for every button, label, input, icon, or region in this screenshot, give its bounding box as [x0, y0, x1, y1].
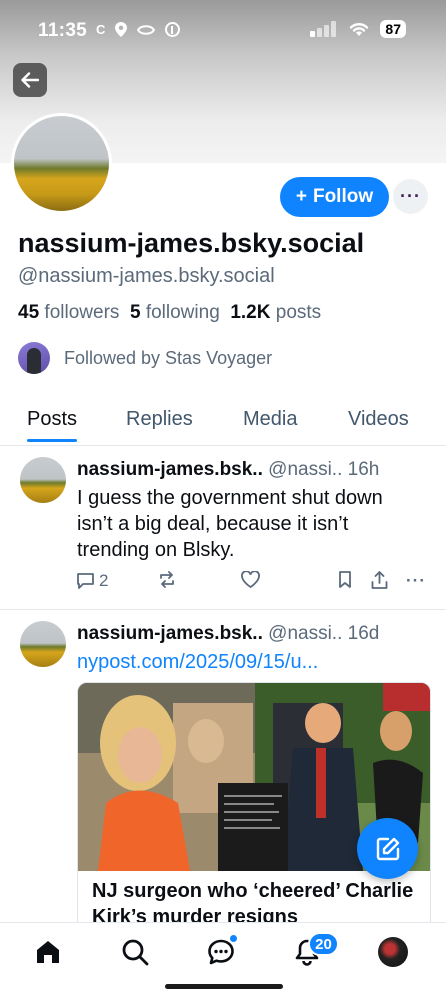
reply-count: 2: [99, 571, 109, 590]
status-left-icons: C: [96, 22, 181, 37]
heart-icon: [241, 571, 260, 588]
arrow-left-icon: [21, 72, 39, 88]
share-button[interactable]: [371, 571, 388, 589]
profile-handle: @nassium-james.bsky.social: [18, 265, 275, 287]
status-time: 11:35: [38, 20, 88, 41]
profile-avatar[interactable]: [11, 113, 112, 214]
followers-link[interactable]: 45 followers: [18, 302, 119, 323]
feed-post[interactable]: nassium-james.bsk.. @nassi.. 16h I guess…: [0, 447, 446, 610]
bookmark-button[interactable]: [338, 571, 352, 588]
home-tab[interactable]: [33, 937, 63, 967]
post-author-avatar[interactable]: [20, 457, 66, 503]
repost-icon: [160, 571, 174, 588]
signal-icon: [310, 21, 337, 37]
post-text: I guess the government shut down isn’t a…: [77, 487, 383, 561]
post-header: nassium-james.bsk.. @nassi.. 16d: [77, 623, 379, 645]
profile-tab[interactable]: [378, 937, 408, 967]
user-avatar: [378, 937, 408, 967]
chat-unread-dot: [229, 934, 238, 943]
status-right-icons: 87: [310, 20, 406, 38]
profile-stats: 45 followers 5 following 1.2K posts: [18, 302, 321, 324]
search-tab[interactable]: [120, 937, 150, 967]
battery-indicator: 87: [380, 20, 406, 38]
c-icon: C: [96, 22, 106, 37]
search-icon: [122, 939, 149, 966]
link-preview-card[interactable]: NJ surgeon who ‘cheered’ Charlie Kirk’s …: [77, 682, 431, 932]
back-button[interactable]: [13, 63, 47, 97]
vpn-icon: [137, 24, 156, 35]
tab-media[interactable]: Media: [243, 398, 297, 441]
wifi-icon: [350, 23, 369, 36]
follower-avatar: [18, 342, 50, 374]
post-author-name[interactable]: nassium-james.bsk..: [77, 459, 263, 480]
profile-display-name: nassium-james.bsky.social: [18, 228, 365, 258]
home-indicator[interactable]: [165, 984, 283, 989]
followed-by-row[interactable]: Followed by Stas Voyager: [18, 342, 272, 374]
post-meta: @nassi.. 16d: [268, 623, 380, 644]
status-bar: 11:35 C 87: [0, 0, 446, 62]
following-link[interactable]: 5 following: [130, 302, 220, 323]
followed-by-text: Followed by Stas Voyager: [64, 347, 273, 368]
reply-button[interactable]: 2: [76, 571, 108, 591]
plus-icon: +: [295, 186, 307, 207]
follow-label: Follow: [312, 186, 374, 207]
notifications-badge: 20: [308, 932, 339, 956]
post-meta: @nassi.. 16h: [268, 459, 380, 480]
post-actions: 2 ···: [76, 571, 426, 597]
reply-icon: [77, 573, 94, 589]
tab-posts[interactable]: Posts: [27, 398, 78, 442]
pinterest-icon: [165, 22, 181, 37]
posts-count: 1.2K posts: [230, 302, 322, 323]
ellipsis-icon: ···: [400, 186, 421, 206]
repost-button[interactable]: [158, 571, 176, 588]
profile-tabs: Posts Replies Media Videos: [0, 398, 446, 446]
compose-button[interactable]: [357, 818, 418, 879]
post-more-button[interactable]: ···: [406, 571, 426, 591]
ellipsis-icon: ···: [406, 571, 426, 590]
post-author-avatar[interactable]: [20, 621, 66, 667]
home-icon: [37, 941, 59, 963]
location-icon: [115, 22, 128, 37]
more-options-button[interactable]: ···: [393, 179, 428, 214]
compose-icon: [376, 837, 399, 860]
tab-videos[interactable]: Videos: [348, 398, 409, 441]
follow-button[interactable]: + Follow: [280, 177, 389, 217]
like-button[interactable]: [241, 571, 260, 588]
bookmark-icon: [339, 571, 351, 588]
tab-replies[interactable]: Replies: [126, 398, 193, 441]
post-author-name[interactable]: nassium-james.bsk..: [77, 623, 263, 644]
post-header: nassium-james.bsk.. @nassi.. 16h: [77, 459, 379, 481]
share-icon: [371, 571, 388, 589]
post-link[interactable]: nypost.com/2025/09/15/u...: [77, 651, 318, 674]
